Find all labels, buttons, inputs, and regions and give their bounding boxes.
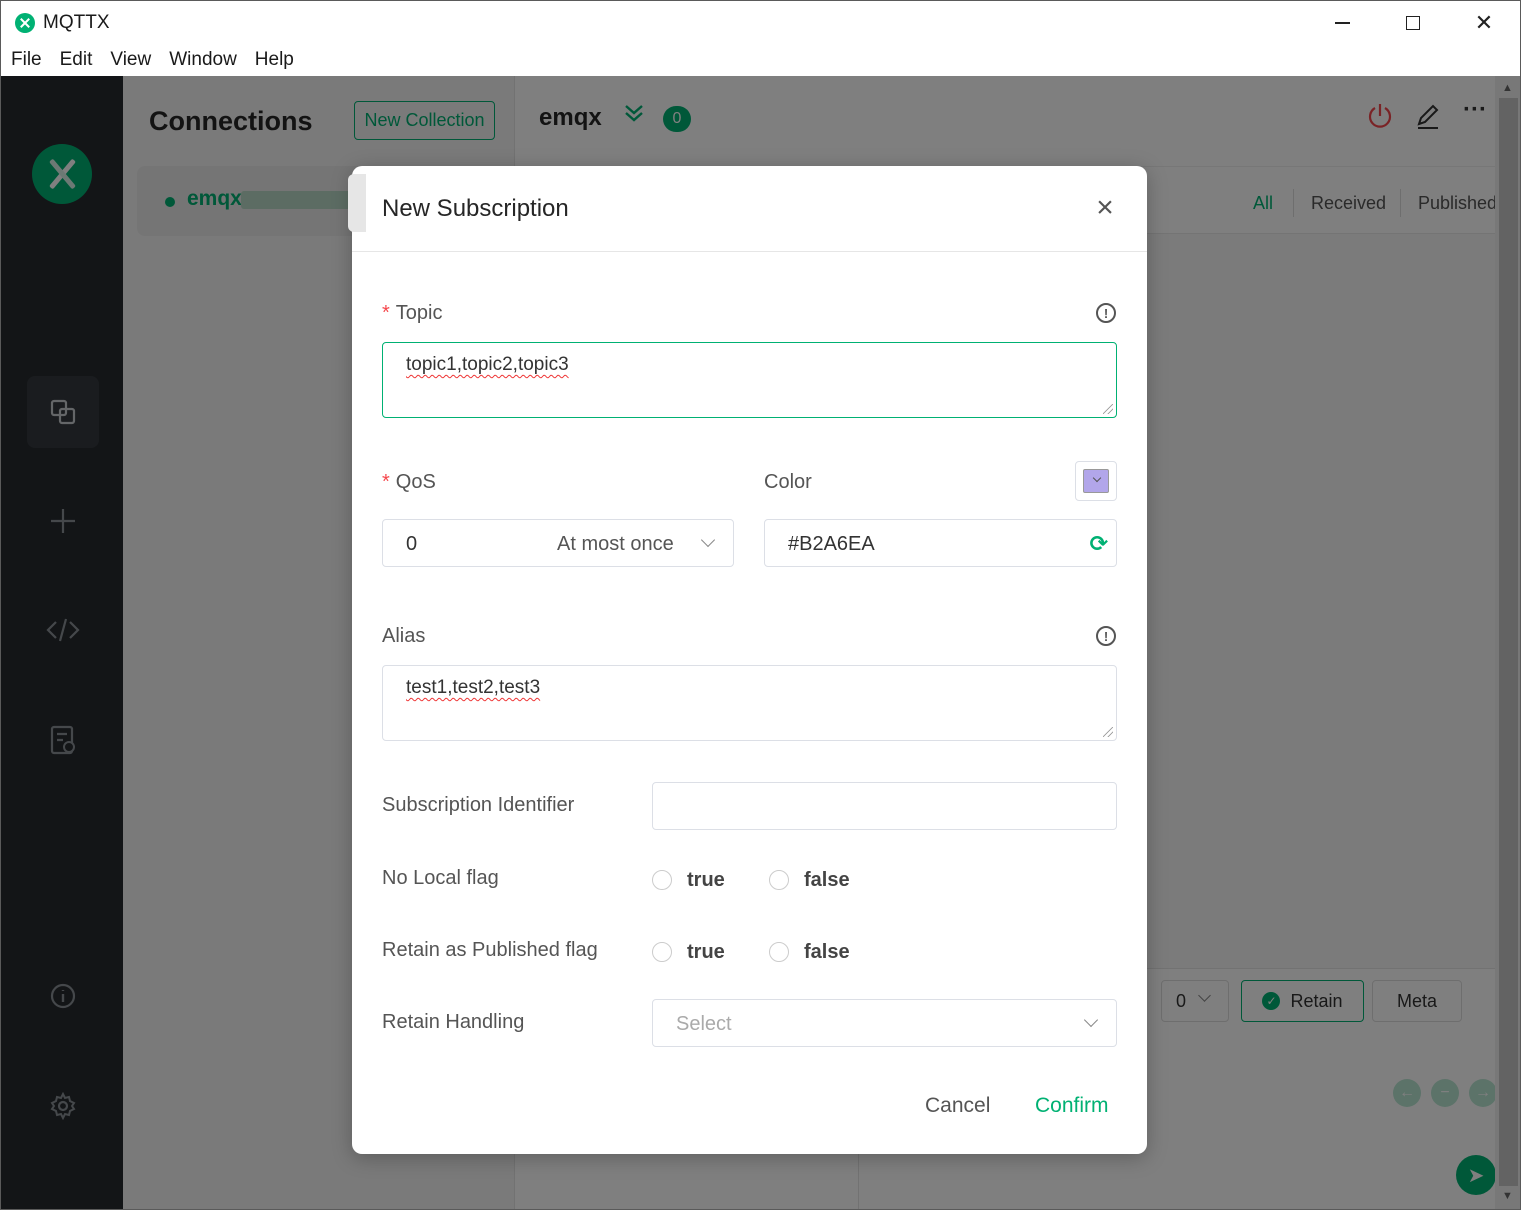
new-subscription-dialog: New Subscription × * Topic ! topic1,topic…: [348, 166, 1147, 1154]
topic-value: topic1,topic2,topic3: [406, 354, 569, 375]
chevron-down-icon: [1092, 473, 1102, 483]
refresh-color-icon[interactable]: ⟳: [1090, 531, 1108, 557]
retain-handling-placeholder: Select: [676, 1013, 732, 1035]
retain-handling-label: Retain Handling: [382, 1011, 525, 1033]
menu-bar: File Edit View Window Help: [1, 43, 1520, 76]
retain-as-published-label: Retain as Published flag: [382, 939, 598, 961]
subscription-identifier-input[interactable]: [652, 782, 1117, 830]
menu-window[interactable]: Window: [169, 49, 237, 71]
chevron-down-icon: [700, 532, 716, 548]
color-label: Color: [764, 471, 812, 493]
window-title: MQTTX: [43, 12, 110, 33]
qos-select[interactable]: 0 At most once: [382, 519, 734, 567]
menu-view[interactable]: View: [110, 49, 151, 71]
qos-label: * QoS: [382, 471, 436, 493]
menu-edit[interactable]: Edit: [60, 49, 93, 71]
retain-as-published-true-label[interactable]: true: [687, 941, 725, 964]
alias-info-icon[interactable]: !: [1096, 626, 1116, 646]
alias-label: Alias: [382, 625, 426, 647]
maximize-icon: [1406, 16, 1420, 30]
no-local-true-label[interactable]: true: [687, 869, 725, 892]
mqttx-logo-icon: [15, 13, 35, 33]
dialog-close-button[interactable]: ×: [1092, 191, 1118, 224]
topic-input[interactable]: topic1,topic2,topic3: [382, 342, 1117, 418]
app-window: MQTTX ✕ File Edit View Window Help New S…: [0, 0, 1521, 1210]
alias-value: test1,test2,test3: [406, 677, 541, 698]
no-local-false-label[interactable]: false: [804, 869, 850, 892]
minimize-button[interactable]: [1319, 7, 1365, 39]
color-input[interactable]: #B2A6EA ⟳: [764, 519, 1117, 567]
color-swatch: [1083, 469, 1109, 493]
subscription-identifier-label: Subscription Identifier: [382, 794, 575, 816]
retain-as-published-false-label[interactable]: false: [804, 941, 850, 964]
chevron-down-icon: [1083, 1012, 1099, 1028]
resize-grip-icon[interactable]: [1103, 727, 1113, 737]
topic-info-icon[interactable]: !: [1096, 303, 1116, 323]
close-icon: ✕: [1474, 10, 1494, 35]
minimize-icon: [1334, 22, 1350, 24]
cancel-button[interactable]: Cancel: [925, 1094, 990, 1118]
confirm-button[interactable]: Confirm: [1035, 1094, 1109, 1118]
dialog-header: New Subscription ×: [352, 166, 1147, 252]
color-picker-button[interactable]: [1075, 461, 1117, 501]
close-window-button[interactable]: ✕: [1461, 7, 1507, 39]
qos-description: At most once: [557, 533, 674, 555]
retain-as-published-true-radio[interactable]: [652, 942, 672, 962]
dialog-title: New Subscription: [382, 195, 569, 222]
close-icon: ×: [1096, 191, 1114, 224]
title-bar: MQTTX ✕: [1, 1, 1520, 43]
menu-help[interactable]: Help: [255, 49, 294, 71]
qos-value: 0: [406, 533, 418, 555]
alias-input[interactable]: test1,test2,test3: [382, 665, 1117, 741]
no-local-false-radio[interactable]: [769, 870, 789, 890]
menu-file[interactable]: File: [11, 49, 42, 71]
topic-label: * Topic: [382, 302, 443, 324]
resize-grip-icon[interactable]: [1103, 404, 1113, 414]
maximize-button[interactable]: [1390, 7, 1436, 39]
retain-as-published-false-radio[interactable]: [769, 942, 789, 962]
no-local-flag-label: No Local flag: [382, 867, 499, 889]
retain-handling-select[interactable]: Select: [652, 999, 1117, 1047]
color-value: #B2A6EA: [788, 533, 875, 555]
no-local-true-radio[interactable]: [652, 870, 672, 890]
